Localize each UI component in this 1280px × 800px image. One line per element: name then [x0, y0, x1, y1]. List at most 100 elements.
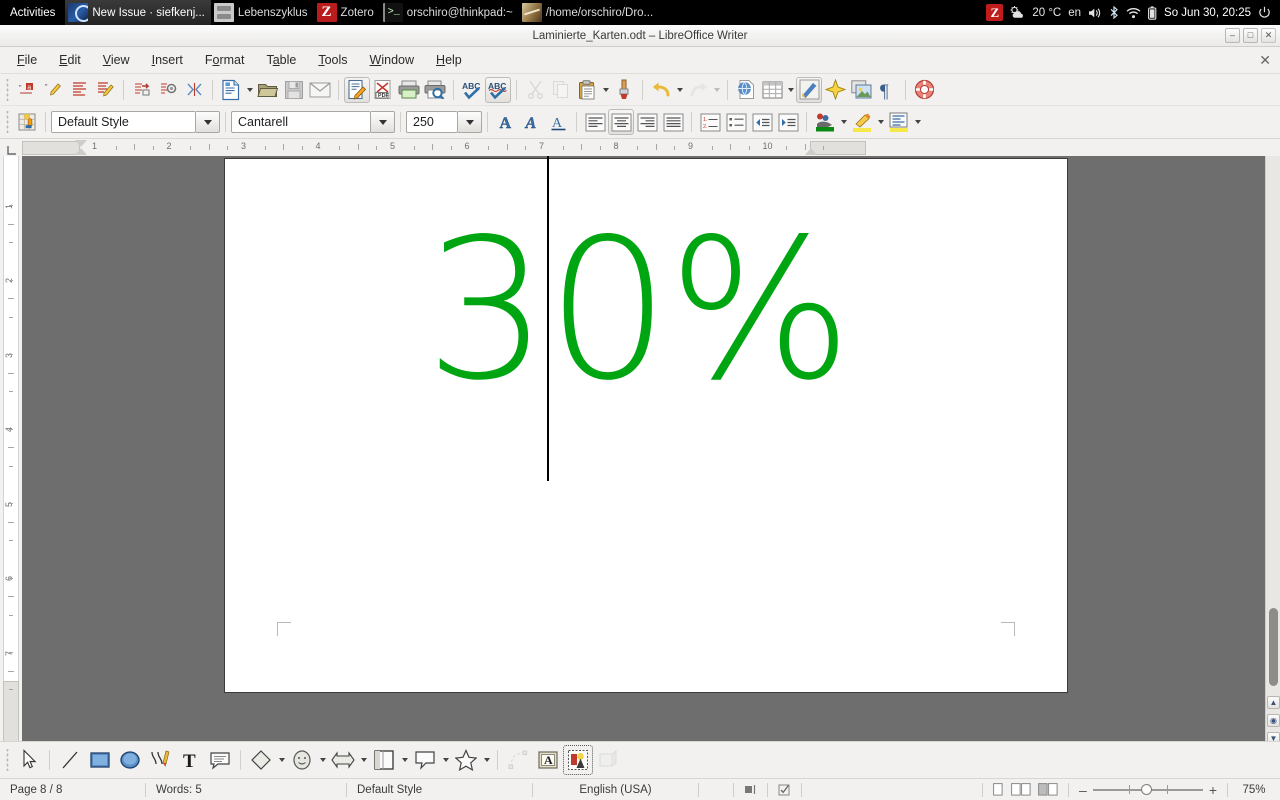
align-justified-icon[interactable] [660, 109, 686, 135]
ruler-right-margin[interactable] [810, 141, 866, 155]
track-changes-manage-icon[interactable] [92, 77, 118, 103]
page-style-status[interactable]: Default Style [347, 779, 532, 800]
battery-icon[interactable] [1148, 5, 1157, 20]
formatting-marks-icon[interactable]: ¶ [874, 77, 900, 103]
highlighting-color-icon[interactable] [849, 109, 875, 135]
document-text[interactable]: 30% [425, 213, 852, 407]
export-pdf-icon[interactable]: PDF [370, 77, 396, 103]
symbol-shapes-icon[interactable] [287, 745, 317, 775]
block-arrows-icon[interactable] [328, 745, 358, 775]
undo-dropdown[interactable] [674, 77, 685, 103]
zoom-in-button[interactable]: + [1209, 782, 1217, 798]
weather-cloud-sun-icon[interactable] [1010, 6, 1025, 19]
callout-shapes-icon[interactable] [410, 745, 440, 775]
paragraph-style-combo[interactable]: Default Style [51, 111, 220, 133]
vertical-ruler[interactable]: 1234567 [0, 156, 22, 741]
single-page-view-icon[interactable] [993, 783, 1004, 796]
font-name-dropdown[interactable] [371, 111, 395, 133]
paste-dropdown[interactable] [600, 77, 611, 103]
flowchart-dropdown[interactable] [399, 747, 410, 773]
insert-special-character-icon[interactable] [822, 77, 848, 103]
cut-icon[interactable] [522, 77, 548, 103]
menu-window[interactable]: Window [359, 49, 425, 71]
document-canvas[interactable]: 30% [22, 156, 1265, 741]
menu-table[interactable]: Table [255, 49, 307, 71]
paragraph-background-dropdown[interactable] [912, 109, 923, 135]
word-count-status[interactable]: Words: 5 [146, 779, 346, 800]
align-left-icon[interactable] [582, 109, 608, 135]
minimize-button[interactable]: – [1225, 28, 1240, 43]
spelling-autocheck-icon[interactable]: ABC [459, 77, 485, 103]
menu-tools[interactable]: Tools [307, 49, 358, 71]
menu-view[interactable]: View [92, 49, 141, 71]
stars-dropdown[interactable] [481, 747, 492, 773]
callouts-tool-icon[interactable] [205, 745, 235, 775]
paragraph-background-icon[interactable] [886, 109, 912, 135]
toolbar-grip[interactable] [4, 111, 11, 133]
menu-edit[interactable]: Edit [48, 49, 92, 71]
track-changes-record-icon[interactable]: " a [14, 77, 40, 103]
menu-insert[interactable]: Insert [141, 49, 194, 71]
right-indent-marker[interactable] [805, 148, 817, 155]
zoom-value[interactable]: 75% [1228, 779, 1280, 800]
zoom-slider[interactable] [1092, 783, 1203, 797]
activities-button[interactable]: Activities [0, 0, 65, 25]
font-size-dropdown[interactable] [458, 111, 482, 133]
ruler-left-margin[interactable] [22, 141, 80, 155]
italic-icon[interactable]: A [519, 109, 545, 135]
font-name-value[interactable]: Cantarell [231, 111, 371, 133]
wifi-icon[interactable] [1126, 7, 1141, 19]
font-size-value[interactable]: 250 [406, 111, 458, 133]
previous-page-button[interactable]: ▲ [1267, 696, 1280, 709]
track-changes-edit-icon[interactable]: " [40, 77, 66, 103]
scrollbar-thumb[interactable] [1269, 608, 1278, 686]
track-changes-settings-icon[interactable] [155, 77, 181, 103]
basic-shapes-icon[interactable] [246, 745, 276, 775]
close-button[interactable]: ✕ [1261, 28, 1276, 43]
help-icon[interactable] [911, 77, 937, 103]
paragraph-style-value[interactable]: Default Style [51, 111, 196, 133]
ellipse-tool-icon[interactable] [115, 745, 145, 775]
redo-icon[interactable] [685, 77, 711, 103]
select-tool-icon[interactable] [14, 745, 44, 775]
open-file-icon[interactable] [255, 77, 281, 103]
document-page[interactable]: 30% [225, 156, 1067, 692]
page-status[interactable]: Page 8 / 8 [0, 779, 145, 800]
edit-mode-icon[interactable] [344, 76, 370, 103]
paste-icon[interactable] [574, 77, 600, 103]
insert-table-dropdown[interactable] [785, 77, 796, 103]
close-document-button[interactable]: ✕ [1259, 52, 1271, 69]
menu-format[interactable]: Format [194, 49, 256, 71]
rectangle-tool-icon[interactable] [85, 745, 115, 775]
book-view-icon[interactable] [1038, 783, 1058, 796]
undo-icon[interactable] [648, 77, 674, 103]
font-color-dropdown[interactable] [838, 109, 849, 135]
navigation-button[interactable]: ◉ [1267, 714, 1280, 727]
clone-formatting-icon[interactable] [611, 77, 637, 103]
keyboard-layout-label[interactable]: en [1068, 7, 1081, 19]
taskbar-item-4[interactable]: /home/orschiro/Dro... [519, 0, 659, 25]
insert-table-icon[interactable] [759, 77, 785, 103]
print-preview-icon[interactable] [422, 77, 448, 103]
ordered-list-icon[interactable]: 1. 2. [697, 109, 723, 135]
freeform-line-tool-icon[interactable] [145, 745, 175, 775]
horizontal-ruler[interactable]: 1 2 3 4 5 6 7 8 9 10 [22, 139, 1265, 156]
taskbar-item-0[interactable]: New Issue · siefkenj... [65, 0, 211, 25]
new-document-icon[interactable] [218, 77, 244, 103]
underline-icon[interactable]: A [545, 109, 571, 135]
vertical-scrollbar[interactable]: ▲ ◉ ▼ [1265, 156, 1280, 741]
fontwork-gallery-icon[interactable]: A [533, 745, 563, 775]
bluetooth-icon[interactable] [1109, 6, 1119, 19]
selection-mode-icon[interactable] [734, 779, 767, 800]
first-line-indent-marker[interactable] [75, 140, 87, 147]
left-indent-marker[interactable] [75, 148, 87, 155]
track-changes-show-icon[interactable] [66, 77, 92, 103]
increase-indent-icon[interactable] [775, 109, 801, 135]
ruler-corner[interactable] [0, 139, 22, 156]
line-tool-icon[interactable] [55, 745, 85, 775]
align-center-icon[interactable] [608, 109, 634, 135]
toolbar-grip[interactable] [4, 78, 11, 101]
symbol-shapes-dropdown[interactable] [317, 747, 328, 773]
taskbar-item-2[interactable]: Z Zotero [314, 0, 380, 25]
unordered-list-icon[interactable] [723, 109, 749, 135]
